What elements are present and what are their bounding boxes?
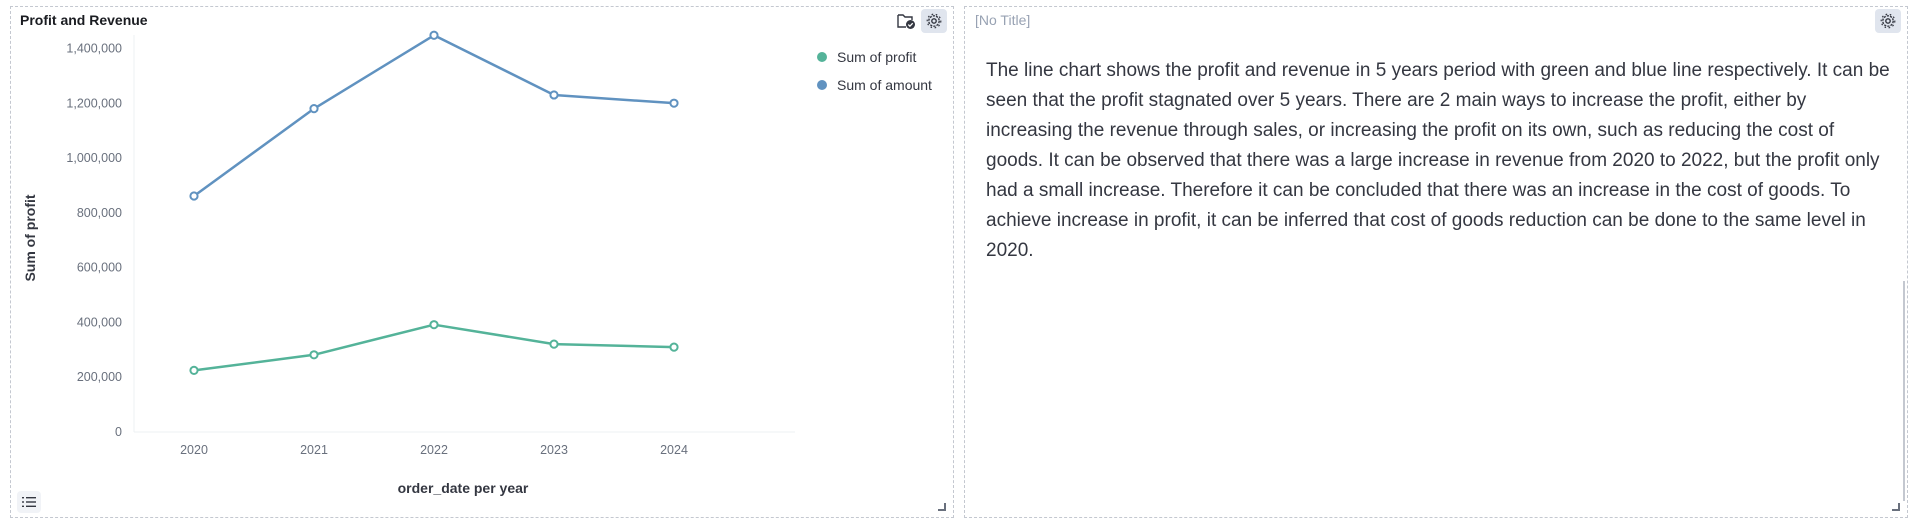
y-tick-label: 0 [115, 425, 122, 439]
resize-handle-icon[interactable] [938, 503, 946, 511]
legend-label-amount: Sum of amount [837, 77, 932, 93]
data-point-amount [429, 30, 439, 40]
data-point-profit [549, 339, 559, 349]
gear-icon[interactable] [1875, 9, 1901, 33]
series-line-amount [193, 34, 675, 198]
y-tick-label: 200,000 [77, 370, 122, 384]
data-point-profit [429, 320, 439, 330]
panel-title-untitled: [No Title] [975, 12, 1031, 28]
legend-item-profit[interactable]: Sum of profit [817, 43, 932, 71]
x-axis-title: order_date per year [398, 480, 529, 496]
y-tick-label: 1,400,000 [66, 42, 122, 56]
scrollbar[interactable] [1903, 281, 1905, 501]
series-line-profit [193, 323, 675, 372]
data-point-amount [309, 104, 319, 114]
line-chart: 0 200,000 400,000 600,000 800,000 1,000,000 1,… [22, 30, 795, 496]
y-axis-title: Sum of profit [22, 194, 38, 281]
data-point-amount [549, 90, 559, 100]
legend-dot-profit [817, 52, 827, 62]
list-icon[interactable] [17, 491, 41, 513]
markdown-text: The line chart shows the profit and reve… [986, 60, 1890, 261]
y-tick-label: 1,200,000 [66, 96, 122, 110]
y-tick-label: 1,000,000 [66, 151, 122, 165]
legend-item-amount[interactable]: Sum of amount [817, 71, 932, 99]
x-tick-label: 2022 [420, 443, 448, 457]
data-point-amount [669, 98, 679, 108]
legend-label-profit: Sum of profit [837, 49, 917, 65]
data-point-profit [189, 365, 199, 375]
x-tick-label: 2020 [180, 443, 208, 457]
chart-panel: Profit and Revenue 0 200,000 400,000 600,00… [10, 6, 954, 518]
data-point-profit [669, 342, 679, 352]
data-point-profit [309, 350, 319, 360]
x-tick-label: 2021 [300, 443, 328, 457]
text-panel: [No Title] The line chart shows the prof… [964, 6, 1908, 518]
x-tick-label: 2024 [660, 443, 688, 457]
legend-dot-amount [817, 80, 827, 90]
y-tick-label: 400,000 [77, 315, 122, 329]
x-tick-label: 2023 [540, 443, 568, 457]
y-tick-label: 800,000 [77, 206, 122, 220]
chart-legend: Sum of profit Sum of amount [817, 43, 932, 99]
y-tick-label: 600,000 [77, 261, 122, 275]
data-point-amount [189, 191, 199, 201]
resize-handle-icon[interactable] [1892, 503, 1900, 511]
